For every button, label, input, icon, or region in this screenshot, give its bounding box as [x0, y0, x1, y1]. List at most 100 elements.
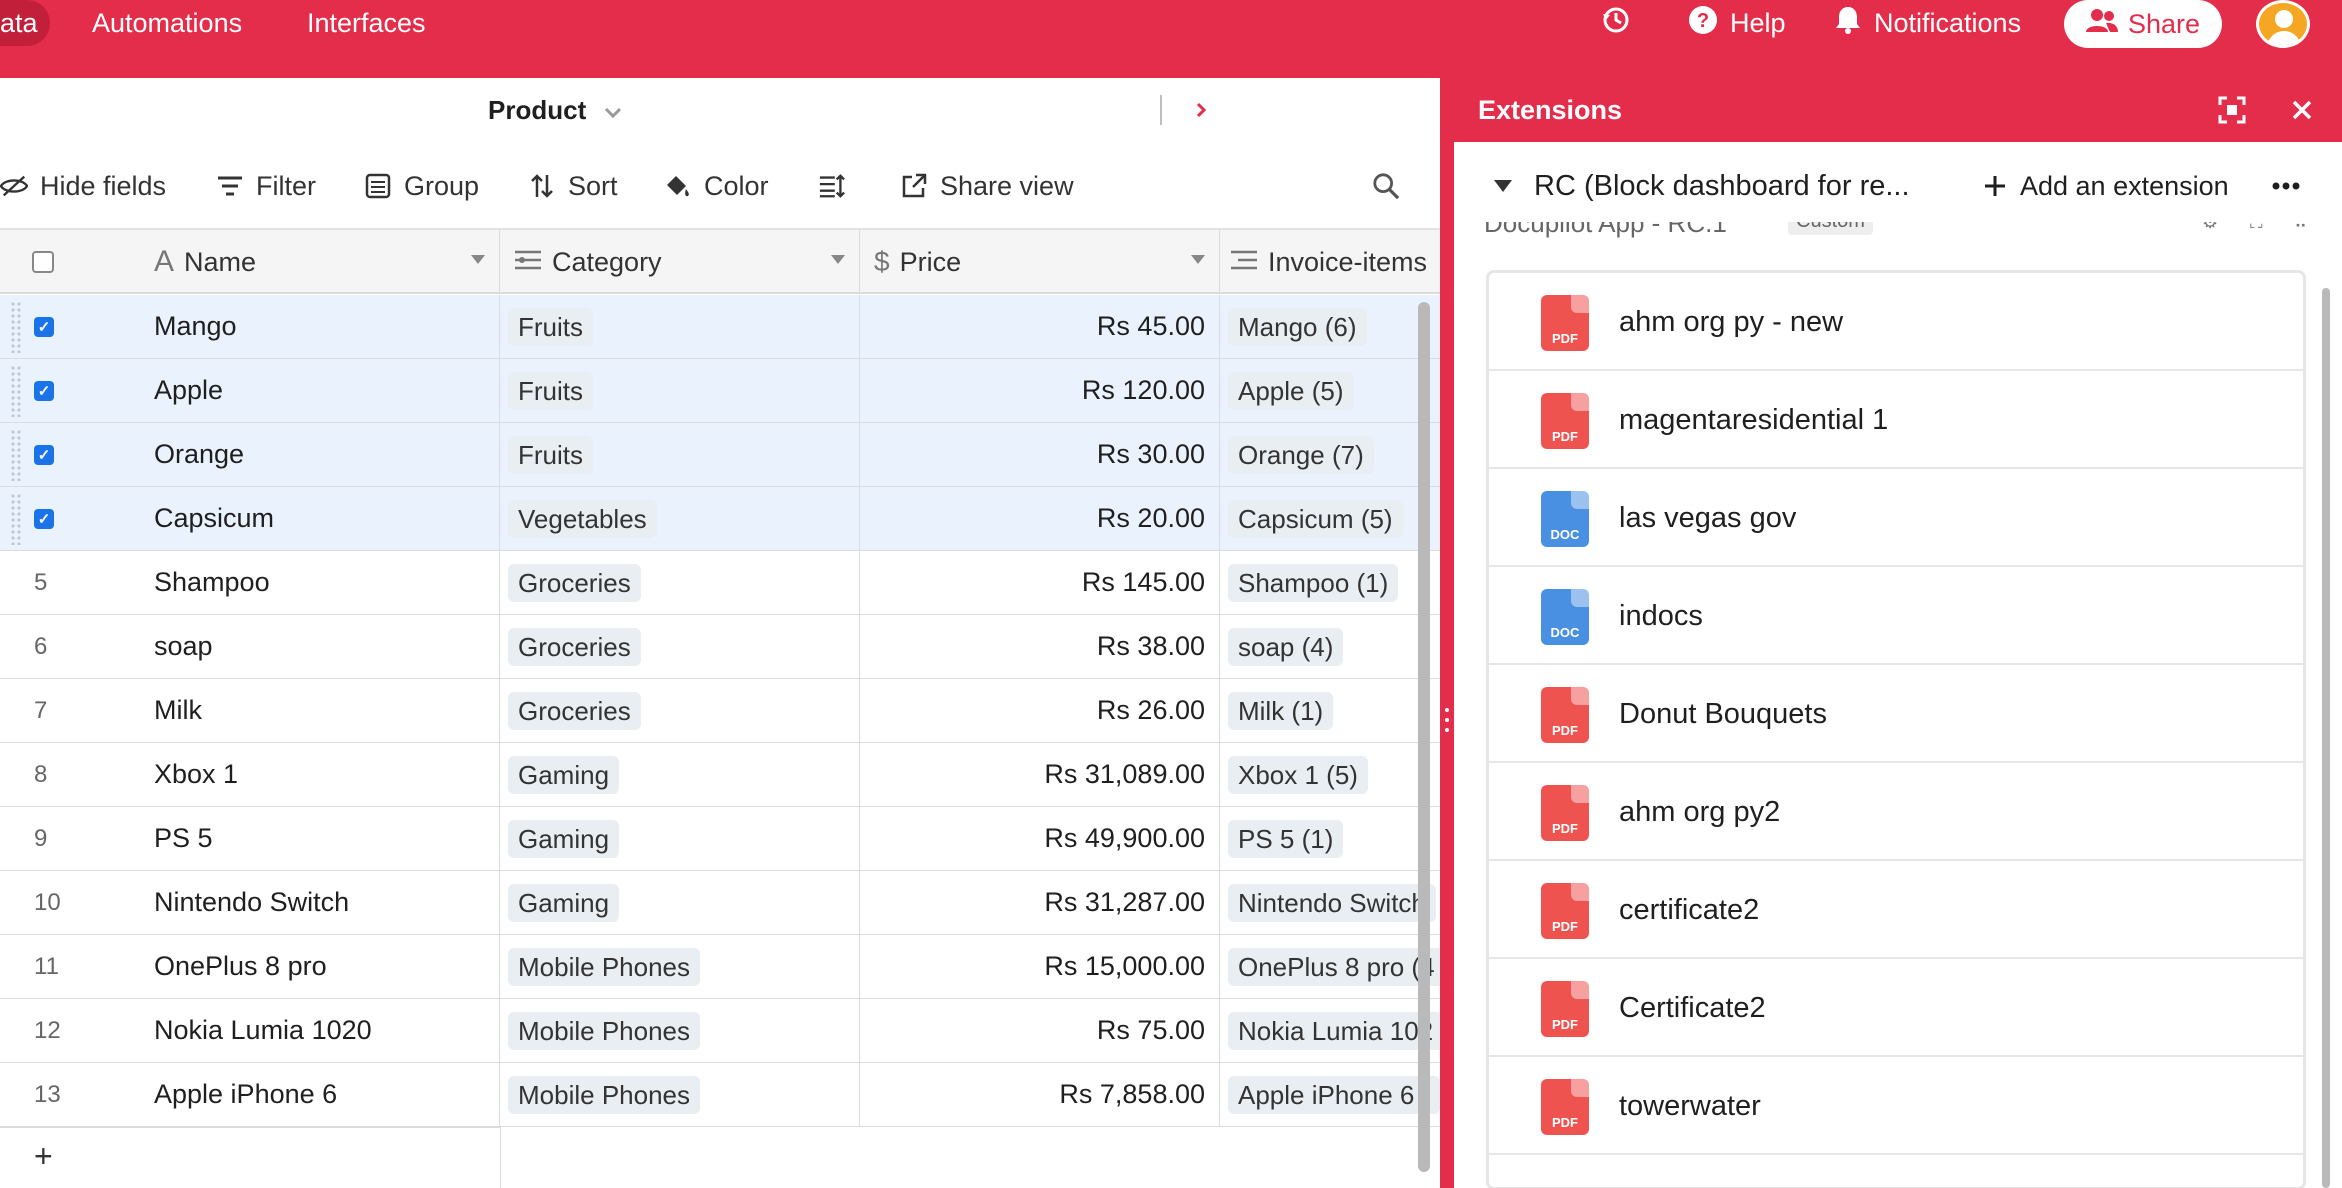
row-number-cell[interactable]: 6	[0, 615, 140, 678]
linked-record-pill[interactable]: Apple (5)	[1228, 371, 1354, 410]
nav-interfaces[interactable]: Interfaces	[307, 0, 426, 46]
column-header-invoice-items[interactable]: Invoice-items	[1220, 230, 1440, 294]
chevron-down-icon[interactable]	[604, 78, 622, 142]
tab-invoice-items[interactable]: Invoice-items	[808, 78, 961, 142]
name-cell[interactable]: Nokia Lumia 1020	[140, 999, 500, 1062]
table-row[interactable]: 8 Xbox 1 Gaming Rs 31,089.00 Xbox 1 (5)	[0, 743, 1440, 807]
name-cell[interactable]: Shampoo	[140, 551, 500, 614]
linked-record-pill[interactable]: OnePlus 8 pro (4	[1228, 947, 1440, 986]
notifications-button[interactable]: Notifications	[1834, 0, 2021, 46]
invoice-items-cell[interactable]: Milk (1)	[1220, 679, 1440, 742]
price-cell[interactable]: Rs 7,858.00	[860, 1063, 1220, 1126]
fullscreen-button[interactable]	[2210, 78, 2254, 142]
name-cell[interactable]: OnePlus 8 pro	[140, 935, 500, 998]
invoice-items-cell[interactable]: PS 5 (1)	[1220, 807, 1440, 870]
row-checkbox[interactable]: ✓	[34, 444, 54, 465]
list-item[interactable]: PDF certificate2	[1489, 861, 2303, 959]
table-row[interactable]: 7 Milk Groceries Rs 26.00 Milk (1)	[0, 679, 1440, 743]
invoice-items-cell[interactable]: Shampoo (1)	[1220, 551, 1440, 614]
price-cell[interactable]: Rs 30.00	[860, 423, 1220, 486]
list-item[interactable]: DOC indocs	[1489, 567, 2303, 665]
filter-button[interactable]: Filter	[216, 142, 316, 230]
linked-record-pill[interactable]: Orange (7)	[1228, 435, 1374, 474]
invoice-items-cell[interactable]: Orange (7)	[1220, 423, 1440, 486]
tab-invoice[interactable]: Invoice	[672, 78, 754, 142]
share-button[interactable]: Share	[2064, 0, 2222, 48]
row-number-cell[interactable]: ✓	[0, 295, 140, 358]
chevron-down-icon[interactable]	[471, 255, 485, 264]
tables-dropdown-button[interactable]	[1262, 78, 1304, 142]
row-number-cell[interactable]: 8	[0, 743, 140, 806]
more-tabs-button[interactable]	[1180, 78, 1222, 142]
category-cell[interactable]: Groceries	[500, 551, 860, 614]
linked-record-pill[interactable]: Capsicum (5)	[1228, 499, 1403, 538]
help-button[interactable]: ? Help	[1688, 0, 1786, 46]
table-row[interactable]: 11 OnePlus 8 pro Mobile Phones Rs 15,000.00…	[0, 935, 1440, 999]
table-row[interactable]: 12 Nokia Lumia 1020 Mobile Phones Rs 75.00 N…	[0, 999, 1440, 1063]
row-number-cell[interactable]: ✓	[0, 487, 140, 550]
name-cell[interactable]: Apple	[140, 359, 500, 422]
column-header-price[interactable]: $ Price	[860, 230, 1220, 294]
category-cell[interactable]: Mobile Phones	[500, 1063, 860, 1126]
table-row[interactable]: 10 Nintendo Switch Gaming Rs 31,287.00 Ninte…	[0, 871, 1440, 935]
price-cell[interactable]: Rs 49,900.00	[860, 807, 1220, 870]
price-cell[interactable]: Rs 45.00	[860, 295, 1220, 358]
table-row[interactable]: 13 Apple iPhone 6 Mobile Phones Rs 7,858.00…	[0, 1063, 1440, 1127]
category-cell[interactable]: Groceries	[500, 615, 860, 678]
table-row[interactable]: ✓ Mango Fruits Rs 45.00 Mango (6)	[0, 295, 1440, 359]
row-number-cell[interactable]: 9	[0, 807, 140, 870]
table-row[interactable]: ✓ Apple Fruits Rs 120.00 Apple (5)	[0, 359, 1440, 423]
sort-button[interactable]: Sort	[528, 142, 618, 230]
invoice-items-cell[interactable]: OnePlus 8 pro (4	[1220, 935, 1440, 998]
table-row[interactable]: 6 soap Groceries Rs 38.00 soap (4)	[0, 615, 1440, 679]
panel-resize-handle[interactable]	[1440, 78, 1454, 1188]
table-row[interactable]: 5 Shampoo Groceries Rs 145.00 Shampoo (1)	[0, 551, 1440, 615]
category-cell[interactable]: Mobile Phones	[500, 935, 860, 998]
category-cell[interactable]: Gaming	[500, 807, 860, 870]
base-name-fragment[interactable]: ata	[0, 0, 50, 46]
drag-handle-icon[interactable]	[10, 493, 22, 545]
category-cell[interactable]: Fruits	[500, 295, 860, 358]
name-cell[interactable]: Milk	[140, 679, 500, 742]
invoice-items-cell[interactable]: Mango (6)	[1220, 295, 1440, 358]
name-cell[interactable]: Xbox 1	[140, 743, 500, 806]
price-cell[interactable]: Rs 31,287.00	[860, 871, 1220, 934]
category-cell[interactable]: Fruits	[500, 359, 860, 422]
chevron-down-icon[interactable]	[1191, 255, 1205, 264]
plus-icon[interactable]: +	[34, 1138, 53, 1175]
list-item[interactable]: PDF ahm org py - new	[1489, 273, 2303, 371]
add-table-button[interactable]	[1344, 78, 1386, 142]
drag-handle-icon[interactable]	[10, 301, 22, 353]
table-row[interactable]: ✓ Capsicum Vegetables Rs 20.00 Capsicum (5)	[0, 487, 1440, 551]
group-button[interactable]: Group	[364, 142, 479, 230]
row-number-cell[interactable]: 13	[0, 1063, 140, 1126]
avatar[interactable]	[2256, 0, 2310, 48]
row-number-cell[interactable]: 7	[0, 679, 140, 742]
row-number-cell[interactable]: ✓	[0, 423, 140, 486]
category-cell[interactable]: Vegetables	[500, 487, 860, 550]
price-cell[interactable]: Rs 145.00	[860, 551, 1220, 614]
row-number-cell[interactable]: 11	[0, 935, 140, 998]
search-button[interactable]	[1372, 142, 1400, 230]
price-cell[interactable]: Rs 75.00	[860, 999, 1220, 1062]
price-cell[interactable]: Rs 31,089.00	[860, 743, 1220, 806]
row-number-cell[interactable]: 12	[0, 999, 140, 1062]
linked-record-pill[interactable]: Shampoo (1)	[1228, 563, 1399, 602]
add-record-row[interactable]: +	[0, 1127, 500, 1188]
linked-record-pill[interactable]: Mango (6)	[1228, 307, 1367, 346]
row-height-button[interactable]	[818, 142, 846, 230]
tab-product[interactable]: Product	[464, 78, 647, 142]
grid-scrollbar[interactable]	[1418, 302, 1430, 1172]
color-button[interactable]: Color	[664, 142, 769, 230]
category-cell[interactable]: Fruits	[500, 423, 860, 486]
table-row[interactable]: ✓ Orange Fruits Rs 30.00 Orange (7)	[0, 423, 1440, 487]
row-checkbox[interactable]: ✓	[34, 380, 54, 401]
list-item[interactable]: PDF ahm org py2	[1489, 763, 2303, 861]
name-cell[interactable]: Nintendo Switch	[140, 871, 500, 934]
name-cell[interactable]: PS 5	[140, 807, 500, 870]
table-row[interactable]: 9 PS 5 Gaming Rs 49,900.00 PS 5 (1)	[0, 807, 1440, 871]
column-header-category[interactable]: Category	[500, 230, 860, 294]
invoice-items-cell[interactable]: Xbox 1 (5)	[1220, 743, 1440, 806]
linked-record-pill[interactable]: Nokia Lumia 102	[1228, 1011, 1440, 1050]
more-options-button[interactable]	[2272, 142, 2300, 230]
